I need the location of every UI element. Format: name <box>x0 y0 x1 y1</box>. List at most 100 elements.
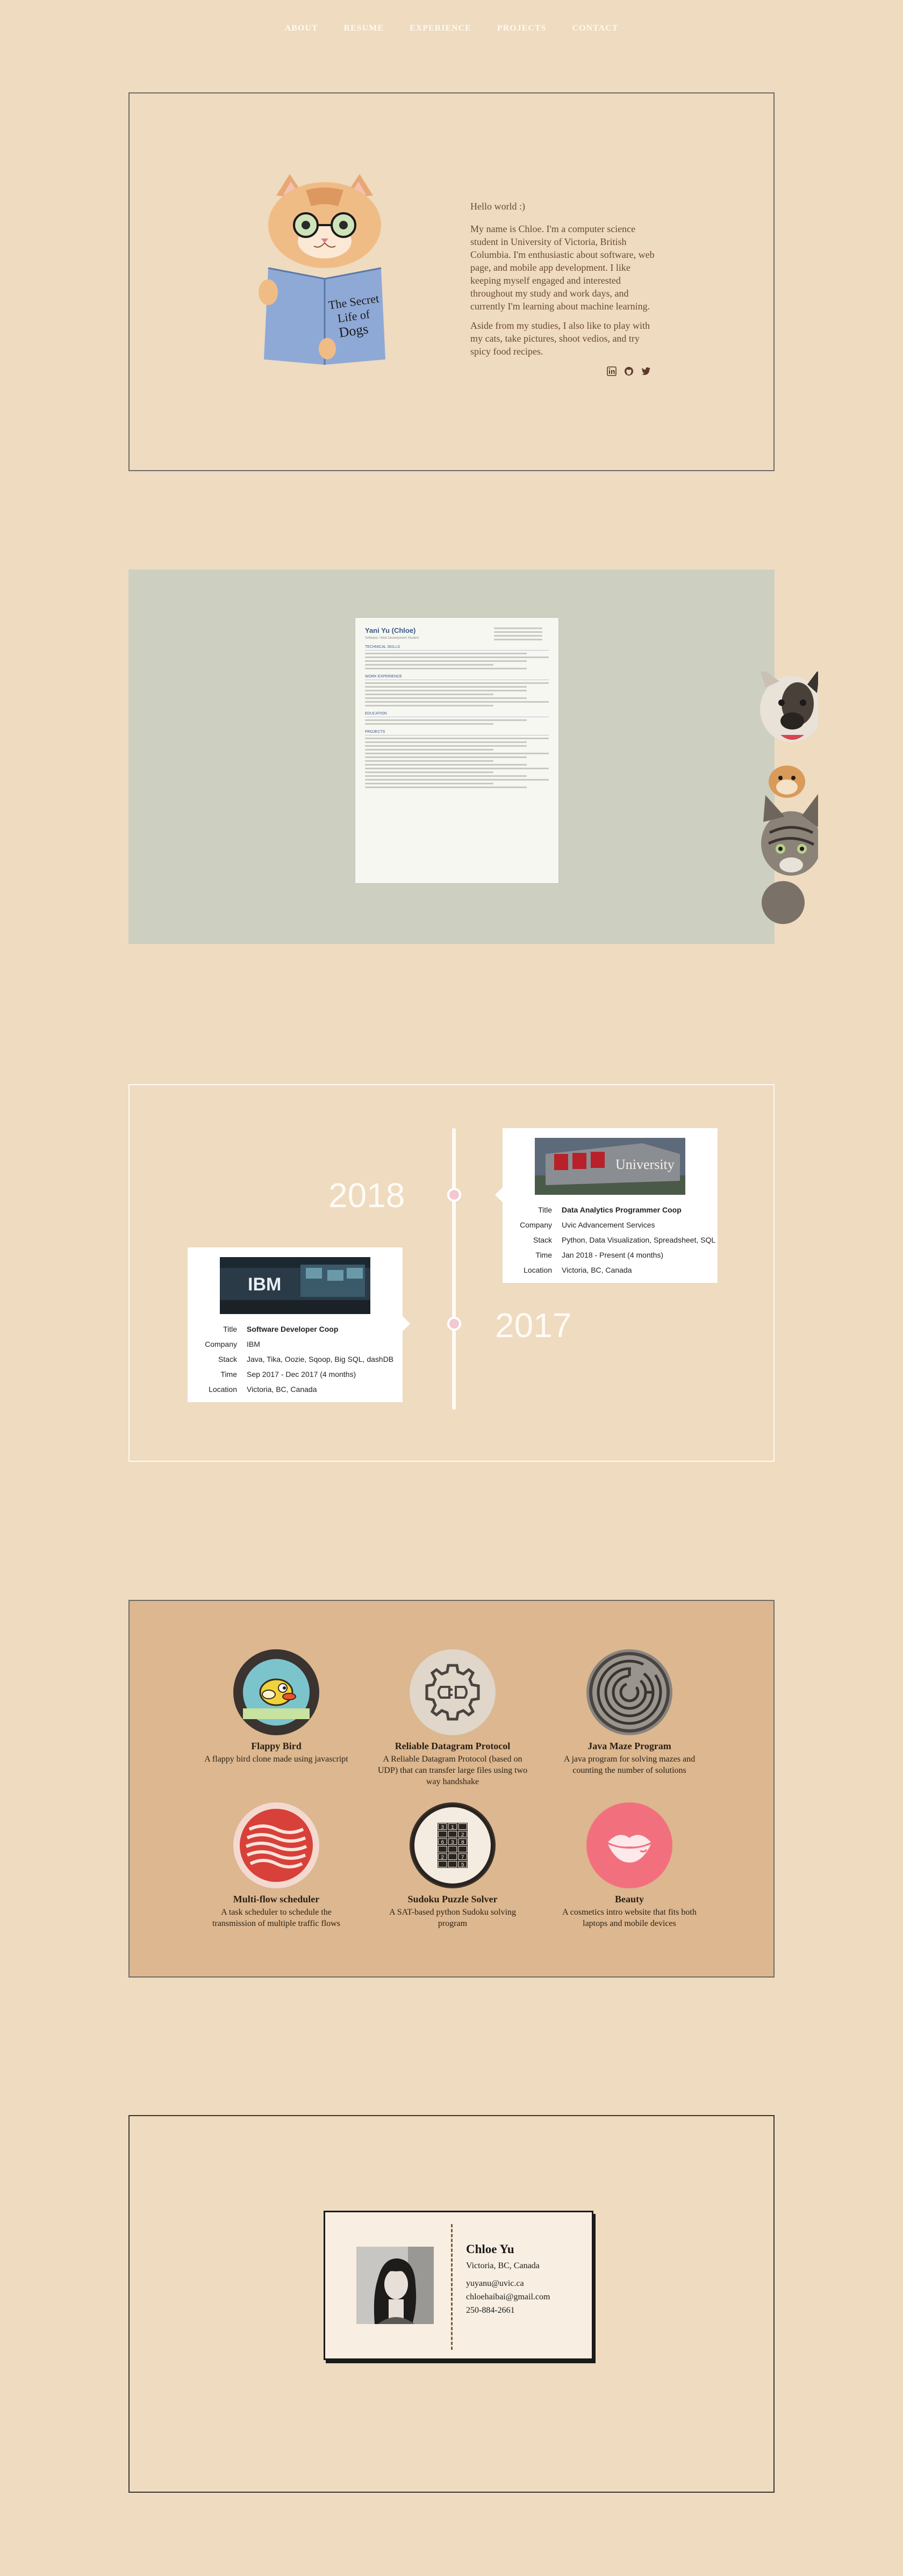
wave-lines-icon <box>233 1802 319 1888</box>
project-title: Java Maze Program <box>587 1741 671 1751</box>
pets-peeking-illustration <box>760 672 818 924</box>
label-location: Location <box>209 1385 237 1394</box>
contact-section: Chloe Yu Victoria, BC, Canada yuyanu@uvi… <box>128 2115 775 2493</box>
sudoku-digit: 5 <box>461 1863 464 1868</box>
flappy-bird-icon <box>233 1649 319 1735</box>
project-title: Flappy Bird <box>251 1741 302 1751</box>
ibm-logo-text: IBM <box>248 1274 281 1295</box>
nav-experience[interactable]: EXPERIENCE <box>410 24 471 33</box>
sudoku-digit: 3 <box>441 1825 444 1831</box>
job-company: Uvic Advancement Services <box>562 1221 655 1229</box>
job-time: Sep 2017 - Dec 2017 (4 months) <box>247 1370 356 1379</box>
github-icon[interactable] <box>624 366 634 376</box>
sudoku-grid-icon: 3 1 2 6 3 8 2 7 5 <box>410 1802 496 1888</box>
sudoku-digit: 2 <box>461 1832 464 1838</box>
label-company: Company <box>520 1221 552 1229</box>
nav-projects[interactable]: PROJECTS <box>497 24 547 33</box>
job-stack: Python, Data Visualization, Spreadsheet,… <box>562 1236 716 1244</box>
contact-name: Chloe Yu <box>466 2242 514 2256</box>
lips-icon <box>586 1802 672 1888</box>
label-time: Time <box>220 1370 237 1379</box>
nav-contact[interactable]: CONTACT <box>572 24 619 33</box>
contact-phone[interactable]: 250-884-2661 <box>466 2304 550 2317</box>
project-beauty[interactable]: Beauty A cosmetics intro website that fi… <box>551 1802 707 1929</box>
maze-icon <box>586 1649 672 1735</box>
label-stack: Stack <box>218 1355 237 1363</box>
project-sudoku-solver[interactable]: 3 1 2 6 3 8 2 7 5 Sudoku Puzzle Solver A SAT-bas… <box>375 1802 531 1929</box>
nav-about[interactable]: ABOUT <box>285 24 318 33</box>
sudoku-digit: 3 <box>451 1840 454 1846</box>
card-pointer <box>495 1187 503 1202</box>
contact-location: Victoria, BC, Canada <box>466 2261 540 2270</box>
profile-photo <box>356 2247 434 2324</box>
experience-card-ibm: IBM Title Software Developer Coop Company… <box>188 1247 403 1402</box>
timeline-dot-2017 <box>447 1317 461 1331</box>
resume-contact-block <box>494 625 542 640</box>
job-company: IBM <box>247 1340 260 1348</box>
contact-email-2[interactable]: chloehaibai@gmail.com <box>466 2290 550 2304</box>
project-title: Reliable Datagram Protocol <box>395 1741 511 1751</box>
uvic-logo-text: University <box>615 1157 675 1172</box>
job-stack: Java, Tika, Oozie, Sqoop, Big SQL, dashD… <box>247 1355 394 1363</box>
project-description: A Reliable Datagram Protocol (based on U… <box>377 1755 528 1786</box>
timeline-line <box>452 1128 456 1410</box>
label-stack: Stack <box>533 1236 552 1244</box>
resume-section-heading: EDUCATION <box>365 712 549 717</box>
card-divider <box>451 2224 453 2350</box>
timeline-dot-2018 <box>447 1188 461 1202</box>
project-description: A task scheduler to schedule the transmi… <box>212 1908 340 1928</box>
label-title: Title <box>223 1325 237 1333</box>
sudoku-digit: 8 <box>461 1840 464 1846</box>
projects-section: Flappy Bird A flappy bird clone made usi… <box>128 1600 775 1978</box>
resume-section-heading: WORK EXPERIENCE <box>365 675 549 680</box>
project-flappy-bird[interactable]: Flappy Bird A flappy bird clone made usi… <box>198 1649 354 1765</box>
contact-info: Chloe Yu Victoria, BC, Canada yuyanu@uvi… <box>466 2242 550 2317</box>
label-location: Location <box>524 1266 552 1274</box>
resume-document[interactable]: Yani Yu (Chloe) Software / Web Developme… <box>355 618 558 883</box>
year-2017-label: 2017 <box>495 1306 572 1345</box>
job-time: Jan 2018 - Present (4 months) <box>562 1251 664 1259</box>
project-description: A cosmetics intro website that fits both… <box>562 1908 697 1928</box>
experience-details-uvic: Title Data Analytics Programmer Coop Comp… <box>503 1202 718 1278</box>
experience-details-ibm: Title Software Developer Coop Company IBM … <box>188 1322 403 1397</box>
job-title: Software Developer Coop <box>247 1325 339 1333</box>
card-pointer <box>403 1316 410 1331</box>
top-nav: ABOUT RESUME EXPERIENCE PROJECTS CONTACT <box>0 24 903 33</box>
about-paragraph-1: My name is Chloe. I'm a computer science… <box>470 223 655 312</box>
project-java-maze[interactable]: Java Maze Program A java program for sol… <box>551 1649 707 1776</box>
hello-heading: Hello world :) <box>470 201 525 212</box>
project-reliable-datagram[interactable]: Reliable Datagram Protocol A Reliable Da… <box>375 1649 531 1787</box>
contact-email-1[interactable]: yuyanu@uvic.ca <box>466 2277 550 2290</box>
project-title: Multi-flow scheduler <box>233 1894 320 1904</box>
linkedin-icon[interactable] <box>607 366 617 376</box>
resume-section: Yani Yu (Chloe) Software / Web Developme… <box>128 569 775 944</box>
resume-section-heading: PROJECTS <box>365 730 549 735</box>
project-multi-flow-scheduler[interactable]: Multi-flow scheduler A task scheduler to… <box>198 1802 354 1929</box>
about-paragraph-2: Aside from my studies, I also like to pl… <box>470 320 650 357</box>
project-title: Sudoku Puzzle Solver <box>407 1894 498 1904</box>
plug-gear-icon <box>410 1649 496 1735</box>
nav-resume[interactable]: RESUME <box>344 24 384 33</box>
label-time: Time <box>535 1251 552 1259</box>
project-description: A java program for solving mazes and cou… <box>563 1755 696 1775</box>
sudoku-digit: 6 <box>441 1840 444 1846</box>
project-description: A SAT-based python Sudoku solving progra… <box>389 1908 516 1928</box>
sudoku-digit: 1 <box>451 1825 454 1831</box>
sudoku-digit: 7 <box>461 1855 464 1861</box>
twitter-icon[interactable] <box>641 366 651 376</box>
experience-section: 2018 2017 University Title Data Analytics… <box>128 1084 775 1462</box>
label-title: Title <box>538 1206 552 1214</box>
resume-section-heading: TECHNICAL SKILLS <box>365 645 549 651</box>
project-title: Beauty <box>615 1894 644 1904</box>
job-location: Victoria, BC, Canada <box>562 1266 632 1274</box>
job-title: Data Analytics Programmer Coop <box>562 1206 682 1214</box>
job-location: Victoria, BC, Canada <box>247 1385 317 1394</box>
experience-card-uvic: University Title Data Analytics Programme… <box>503 1128 718 1283</box>
year-2018-label: 2018 <box>328 1176 405 1215</box>
label-company: Company <box>205 1340 237 1348</box>
sudoku-digit: 2 <box>441 1855 444 1861</box>
uvic-sign-photo: University <box>535 1138 685 1195</box>
social-links <box>607 366 651 376</box>
cat-reading-illustration: The Secret Life of Dogs <box>259 174 385 365</box>
about-section: The Secret Life of Dogs Hello world :) M… <box>128 92 775 471</box>
